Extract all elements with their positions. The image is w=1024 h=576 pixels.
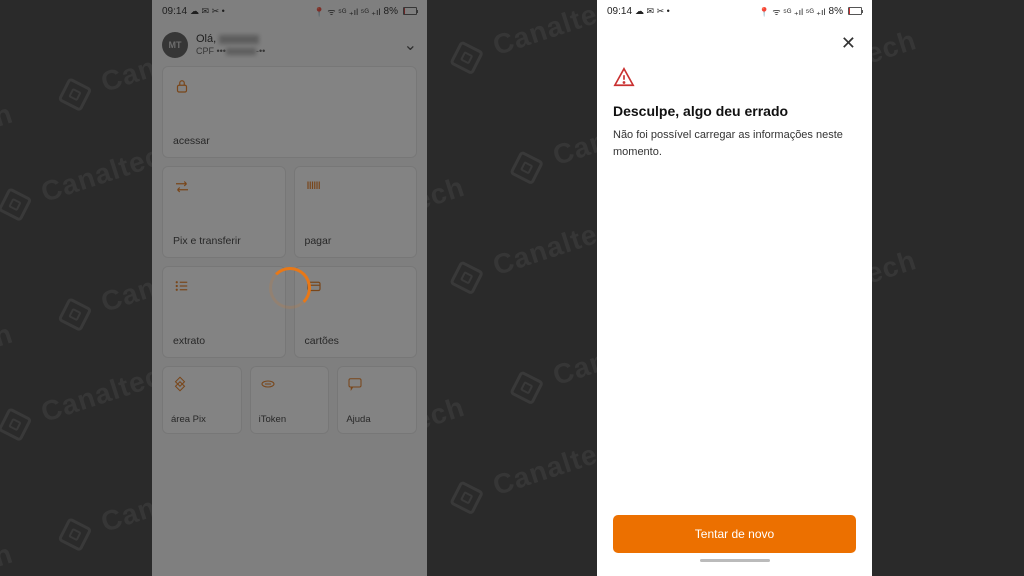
warning-icon	[613, 66, 856, 91]
home-indicator	[700, 559, 770, 562]
status-icons-right: 📍 ᯤ ⁵ᴳ ₊ıl ⁵ᴳ ₊ıl	[759, 5, 826, 18]
status-bar: 09:14 ☁ ✉ ✂ • 📍 ᯤ ⁵ᴳ ₊ıl ⁵ᴳ ₊ıl 8%	[597, 0, 872, 22]
card-label: cartões	[305, 335, 407, 347]
pix-icon	[171, 375, 189, 393]
card-label: pagar	[305, 235, 407, 247]
battery-icon	[848, 7, 862, 15]
transfer-icon	[173, 177, 191, 195]
card-acessar[interactable]: acessar	[162, 66, 417, 158]
card-area-pix[interactable]: área Pix	[162, 366, 242, 434]
card-label: Pix e transferir	[173, 235, 275, 247]
card-label: acessar	[173, 135, 406, 147]
card-itoken[interactable]: iToken	[250, 366, 330, 434]
card-label: extrato	[173, 335, 275, 347]
greeting-text: Olá,	[196, 33, 396, 46]
card-pagar[interactable]: pagar	[294, 166, 418, 258]
status-icons-right: 📍 ᯤ ⁵ᴳ ₊ıl ⁵ᴳ ₊ıl	[314, 5, 381, 18]
card-label: Ajuda	[346, 414, 408, 425]
greeting-row[interactable]: MT Olá, CPF •••-•• ⌄	[162, 28, 417, 66]
status-battery-pct: 8%	[384, 6, 398, 17]
retry-button[interactable]: Tentar de novo	[613, 515, 856, 553]
close-button[interactable]: ✕	[841, 34, 856, 52]
avatar[interactable]: MT	[162, 32, 188, 58]
error-screen: ✕ Desculpe, algo deu errado Não foi poss…	[597, 22, 872, 576]
chat-icon	[346, 375, 364, 393]
error-message: Não foi possível carregar as informações…	[613, 127, 856, 160]
card-pix-transferir[interactable]: Pix e transferir	[162, 166, 286, 258]
status-bar: 09:14 ☁ ✉ ✂ • 📍 ᯤ ⁵ᴳ ₊ıl ⁵ᴳ ₊ıl 8%	[152, 0, 427, 22]
screenshot-left: 09:14 ☁ ✉ ✂ • 📍 ᯤ ⁵ᴳ ₊ıl ⁵ᴳ ₊ıl 8% MT Ol…	[152, 0, 427, 576]
barcode-icon	[305, 177, 323, 195]
lock-icon	[173, 77, 191, 95]
battery-icon	[403, 7, 417, 15]
screenshot-right: 09:14 ☁ ✉ ✂ • 📍 ᯤ ⁵ᴳ ₊ıl ⁵ᴳ ₊ıl 8% ✕ Des…	[597, 0, 872, 576]
list-icon	[173, 277, 191, 295]
status-time: 09:14	[607, 6, 632, 17]
loading-spinner	[269, 267, 311, 309]
status-icons-left: ☁ ✉ ✂ •	[635, 6, 670, 17]
status-icons-left: ☁ ✉ ✂ •	[190, 6, 225, 17]
status-battery-pct: 8%	[829, 6, 843, 17]
card-extrato[interactable]: extrato	[162, 266, 286, 358]
error-title: Desculpe, algo deu errado	[613, 103, 856, 119]
token-icon	[259, 375, 277, 393]
card-label: iToken	[259, 414, 321, 425]
chevron-down-icon[interactable]: ⌄	[404, 35, 417, 55]
card-label: área Pix	[171, 414, 233, 425]
status-time: 09:14	[162, 6, 187, 17]
cpf-text: CPF •••-••	[196, 46, 396, 57]
card-cartoes[interactable]: cartões	[294, 266, 418, 358]
card-ajuda[interactable]: Ajuda	[337, 366, 417, 434]
